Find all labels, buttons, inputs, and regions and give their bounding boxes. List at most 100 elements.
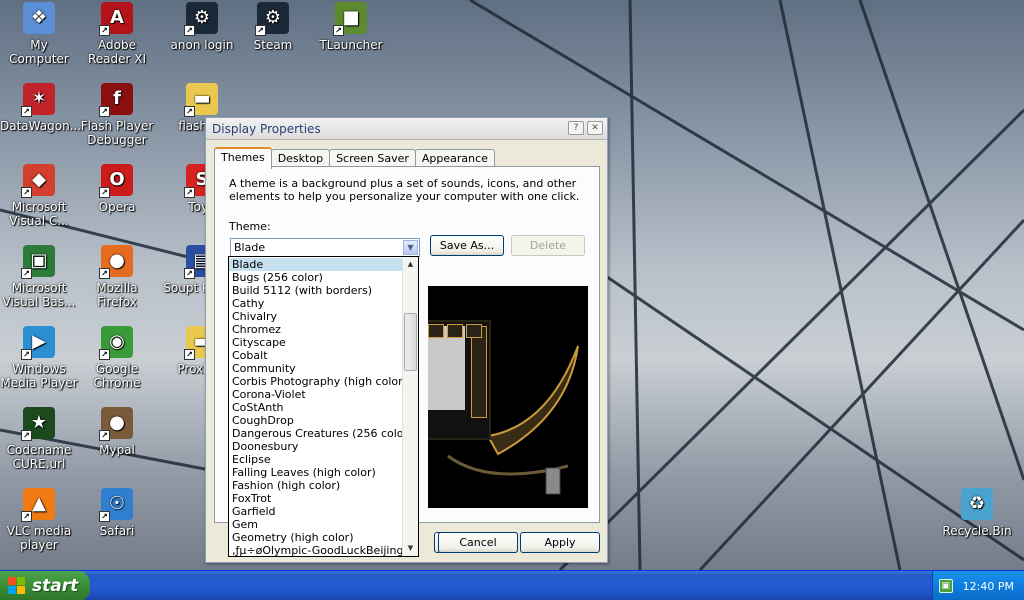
- desktop-shortcut-label: DataWagon...: [0, 119, 82, 133]
- desktop-shortcut-label: Flash Player Debugger: [80, 119, 154, 147]
- theme-list-item[interactable]: Build 5112 (with borders): [229, 284, 403, 297]
- theme-list-item[interactable]: Cathy: [229, 297, 403, 310]
- theme-list-item[interactable]: Community: [229, 362, 403, 375]
- desktop-shortcut-label: Adobe Reader XI: [87, 38, 147, 66]
- desktop-shortcut[interactable]: ◉ ↗ Google Chrome: [78, 326, 156, 390]
- desktop-shortcut-label: TLauncher: [319, 38, 383, 52]
- network-icon[interactable]: ▣: [938, 579, 953, 593]
- theme-list-item[interactable]: ‚ƒµ÷øOlympic-GoodLuckBeijing: [229, 544, 403, 557]
- theme-label: Theme:: [229, 220, 271, 233]
- desktop-shortcut-label: Steam: [253, 38, 293, 52]
- shortcut-arrow-icon: ↗: [184, 106, 195, 117]
- desktop-shortcut[interactable]: ☉ ↗ Safari: [78, 488, 156, 538]
- shortcut-arrow-icon: ↗: [99, 430, 110, 441]
- clock[interactable]: 12:40 PM: [963, 580, 1014, 593]
- anon-login-icon: ⚙ ↗: [184, 2, 218, 36]
- theme-list-item[interactable]: CoStAnth: [229, 401, 403, 414]
- desktop-shortcut[interactable]: ▣ ↗ Microsoft Visual Bas...: [0, 245, 78, 309]
- desktop-shortcut[interactable]: ◆ ↗ Microsoft Visual C...: [0, 164, 78, 228]
- theme-description: A theme is a background plus a set of so…: [229, 177, 580, 203]
- firefox-icon: ● ↗: [99, 245, 133, 279]
- vlc-icon: ▲ ↗: [21, 488, 55, 522]
- shortcut-arrow-icon: ↗: [99, 25, 110, 36]
- adobe-reader-icon: A ↗: [99, 2, 133, 36]
- desktop-shortcut-label: Windows Media Player: [0, 362, 78, 390]
- window-title: Display Properties: [212, 122, 321, 136]
- scroll-down-icon[interactable]: ▼: [405, 543, 416, 554]
- theme-list-item[interactable]: Corona-Violet: [229, 388, 403, 401]
- desktop-shortcut[interactable]: ■ ↗ TLauncher: [312, 2, 390, 52]
- shortcut-arrow-icon: ↗: [21, 430, 32, 441]
- theme-list-item[interactable]: Gem: [229, 518, 403, 531]
- theme-list-item[interactable]: Cityscape: [229, 336, 403, 349]
- start-button[interactable]: start: [0, 571, 90, 600]
- theme-list-item[interactable]: Eclipse: [229, 453, 403, 466]
- desktop-shortcut[interactable]: ▲ ↗ VLC media player: [0, 488, 78, 552]
- desktop-shortcut-label: Microsoft Visual C...: [9, 200, 69, 228]
- dropdown-scrollbar[interactable]: ▲ ▼: [402, 257, 418, 556]
- theme-list-item[interactable]: Geometry (high color): [229, 531, 403, 544]
- shortcut-arrow-icon: ↗: [21, 511, 32, 522]
- desktop-shortcut[interactable]: ♻ Recycle.Bin: [938, 488, 1016, 538]
- visual-c-icon: ◆ ↗: [21, 164, 55, 198]
- datawagon-icon: ✶ ↗: [21, 83, 55, 117]
- desktop-shortcut-label: Mozilla Firefox: [96, 281, 138, 309]
- theme-list-item[interactable]: CoughDrop: [229, 414, 403, 427]
- theme-select-value: Blade: [234, 241, 266, 254]
- theme-list-item[interactable]: Cobalt: [229, 349, 403, 362]
- tab-strip: Themes Desktop Screen Saver Appearance: [214, 147, 495, 169]
- theme-list-item[interactable]: Corbis Photography (high color): [229, 375, 403, 388]
- desktop-shortcut[interactable]: f ↗ Flash Player Debugger: [78, 83, 156, 147]
- desktop-shortcut[interactable]: ● ↗ Mozilla Firefox: [78, 245, 156, 309]
- shortcut-arrow-icon: ↗: [21, 187, 32, 198]
- visual-basic-icon: ▣ ↗: [21, 245, 55, 279]
- cancel-button[interactable]: Cancel: [438, 532, 518, 553]
- desktop-shortcut[interactable]: A ↗ Adobe Reader XI: [78, 2, 156, 66]
- desktop-shortcut-label: Microsoft Visual Bas...: [2, 281, 76, 309]
- chevron-down-icon[interactable]: ▼: [403, 240, 418, 255]
- theme-list-item[interactable]: Fashion (high color): [229, 479, 403, 492]
- theme-select[interactable]: Blade ▼: [230, 238, 420, 257]
- theme-list-item[interactable]: Chromez: [229, 323, 403, 336]
- desktop-shortcut-label: My Computer: [9, 38, 69, 66]
- theme-preview: [428, 286, 588, 508]
- codename-cure-icon: ★ ↗: [21, 407, 55, 441]
- desktop-shortcut[interactable]: ● ↗ Mypal: [78, 407, 156, 457]
- desktop-shortcut[interactable]: ▶ ↗ Windows Media Player: [0, 326, 78, 390]
- title-bar[interactable]: Display Properties ? ✕: [206, 118, 607, 140]
- theme-list-item[interactable]: FoxTrot: [229, 492, 403, 505]
- theme-list-item[interactable]: Dangerous Creatures (256 color): [229, 427, 403, 440]
- mypal-icon: ● ↗: [99, 407, 133, 441]
- shortcut-arrow-icon: ↗: [21, 349, 32, 360]
- save-as-button[interactable]: Save As...: [430, 235, 504, 256]
- shortcut-arrow-icon: ↗: [21, 268, 32, 279]
- scrollbar-thumb[interactable]: [404, 313, 417, 371]
- desktop-shortcut-label: Mypal: [99, 443, 135, 457]
- tab-themes[interactable]: Themes: [214, 147, 272, 169]
- shortcut-arrow-icon: ↗: [184, 268, 195, 279]
- delete-button[interactable]: Delete: [511, 235, 585, 256]
- close-button[interactable]: ✕: [587, 121, 603, 135]
- desktop-shortcut-label: Safari: [99, 524, 135, 538]
- theme-list-item[interactable]: Doonesbury: [229, 440, 403, 453]
- taskbar: start ▣ 12:40 PM: [0, 570, 1024, 600]
- desktop-shortcut[interactable]: ⚙ ↗ Steam: [234, 2, 312, 52]
- desktop-shortcut[interactable]: ❖ My Computer: [0, 2, 78, 66]
- theme-list-item[interactable]: Chivalry: [229, 310, 403, 323]
- desktop-shortcut[interactable]: O ↗ Opera: [78, 164, 156, 214]
- theme-list-item[interactable]: Falling Leaves (high color): [229, 466, 403, 479]
- scroll-up-icon[interactable]: ▲: [405, 259, 416, 270]
- theme-list-item[interactable]: Blade: [229, 258, 403, 271]
- desktop-shortcut-label: Google Chrome: [93, 362, 141, 390]
- desktop-shortcut[interactable]: ✶ ↗ DataWagon...: [0, 83, 82, 133]
- help-button[interactable]: ?: [568, 121, 584, 135]
- theme-list-item[interactable]: Garfield: [229, 505, 403, 518]
- shortcut-arrow-icon: ↗: [333, 25, 344, 36]
- theme-list-item[interactable]: Bugs (256 color): [229, 271, 403, 284]
- desktop-shortcut[interactable]: ⚙ ↗ anon login: [163, 2, 241, 52]
- desktop-shortcut[interactable]: ★ ↗ Codename CURE.url: [0, 407, 78, 471]
- apply-button[interactable]: Apply: [520, 532, 600, 553]
- theme-dropdown-list[interactable]: Blade Bugs (256 color) Build 5112 (with bo…: [228, 256, 419, 557]
- shortcut-arrow-icon: ↗: [99, 349, 110, 360]
- folder-icon: ▬ ↗: [184, 83, 218, 117]
